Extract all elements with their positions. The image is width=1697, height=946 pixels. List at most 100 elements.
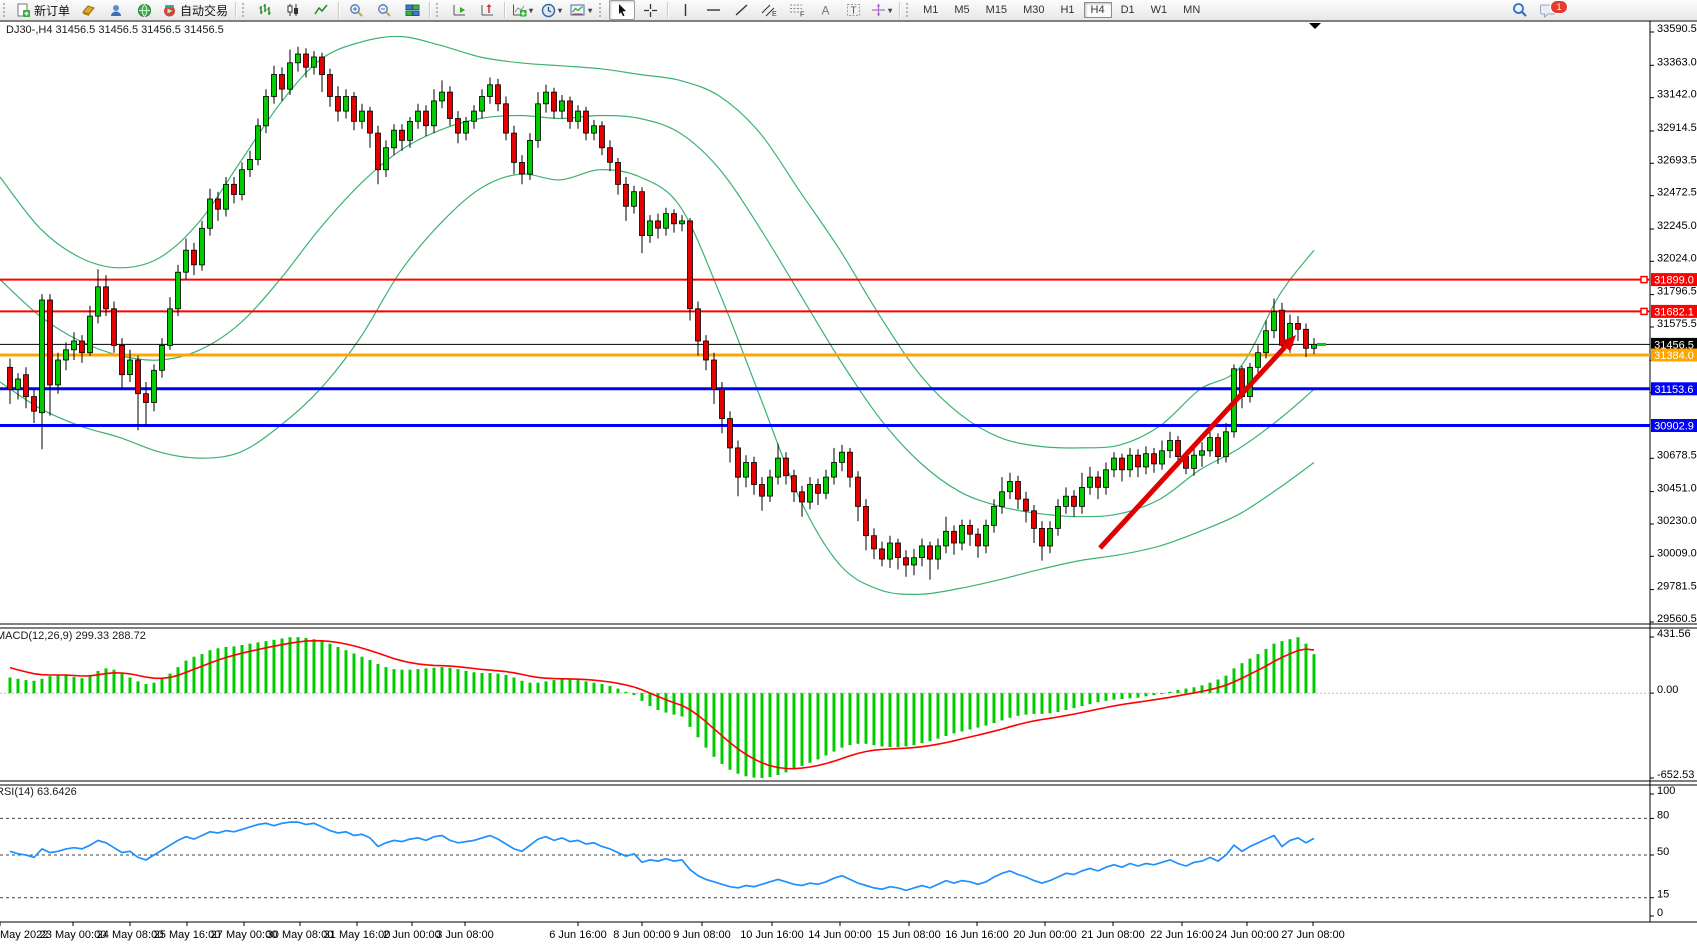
svg-text:15 Jun 08:00: 15 Jun 08:00 (877, 929, 941, 941)
svg-text:16 Jun 16:00: 16 Jun 16:00 (945, 929, 1009, 941)
svg-text:31153.6: 31153.6 (1655, 384, 1694, 396)
timeframe-M30[interactable]: M30 (1016, 2, 1051, 18)
timeframe-M5[interactable]: M5 (947, 2, 976, 18)
auto-scroll-button[interactable] (446, 0, 472, 20)
chart-window[interactable]: 33590.533363.033142.032914.532693.532472… (0, 20, 1697, 946)
cursor-icon (616, 3, 629, 17)
chart-title: DJ30-,H4 31456.5 31456.5 31456.5 31456.5 (6, 24, 224, 36)
arrows-button[interactable]: ▾ (868, 0, 895, 20)
line-chart-icon (314, 3, 329, 17)
new-order-icon (16, 3, 31, 18)
notification-badge: 1 (1550, 0, 1568, 14)
indicators-button[interactable]: ▾ (509, 0, 536, 20)
toolbar-separator (667, 2, 668, 18)
svg-text:A: A (821, 4, 829, 18)
toolbar-separator (429, 2, 430, 18)
chat-button[interactable]: 1 (1535, 0, 1561, 20)
trendline-button[interactable] (728, 0, 754, 20)
vertical-line-icon (679, 3, 692, 17)
svg-text:14 Jun 00:00: 14 Jun 00:00 (808, 929, 872, 941)
svg-text:30678.5: 30678.5 (1657, 449, 1697, 461)
svg-text:2 Jun 00:00: 2 Jun 00:00 (383, 929, 441, 941)
tile-windows-button[interactable] (399, 0, 425, 20)
signals-icon (137, 3, 152, 18)
zoom-in-icon (349, 3, 364, 18)
timeframe-H1[interactable]: H1 (1053, 2, 1081, 18)
timeframe-M15[interactable]: M15 (979, 2, 1014, 18)
toolbar-grip (242, 3, 248, 17)
bar-chart-button[interactable] (252, 0, 278, 20)
macd-indicator-label: MACD(12,26,9) 299.33 288.72 (0, 630, 146, 642)
timeframe-M1[interactable]: M1 (916, 2, 945, 18)
timeframe-D1[interactable]: D1 (1114, 2, 1142, 18)
new-order-label: 新订单 (34, 2, 70, 19)
svg-text:100: 100 (1657, 785, 1675, 797)
toolbar-separator (338, 2, 339, 18)
svg-text:31682.1: 31682.1 (1654, 306, 1694, 318)
autotrading-button[interactable]: 自动交易 (159, 0, 231, 20)
text-label-button[interactable]: T (840, 0, 866, 20)
toolbar-separator (504, 2, 505, 18)
templates-button[interactable]: ▾ (567, 0, 595, 20)
zoom-out-icon (377, 3, 392, 18)
main-toolbar: 新订单 自动交易 ▾ ▾ (0, 0, 1697, 21)
zoom-in-button[interactable] (343, 0, 369, 20)
metaeditor-button[interactable] (75, 0, 101, 20)
toolbar-grip (906, 3, 912, 17)
indicators-icon (512, 3, 527, 17)
svg-text:30451.0: 30451.0 (1657, 483, 1697, 495)
svg-text:10 Jun 16:00: 10 Jun 16:00 (740, 929, 804, 941)
toolbar-grip (3, 3, 9, 17)
periods-button[interactable]: ▾ (538, 0, 565, 20)
svg-text:20 Jun 00:00: 20 Jun 00:00 (1013, 929, 1077, 941)
clock-icon (541, 3, 556, 18)
arrows-icon (871, 3, 886, 17)
equidistant-channel-button[interactable]: E (756, 0, 782, 20)
timeframe-MN[interactable]: MN (1176, 2, 1207, 18)
community-button[interactable] (103, 0, 129, 20)
svg-text:6 Jun 16:00: 6 Jun 16:00 (549, 929, 607, 941)
equidistant-channel-icon: E (761, 3, 778, 17)
new-order-button[interactable]: 新订单 (13, 0, 73, 20)
text-label-icon: T (846, 3, 861, 17)
svg-text:F: F (800, 12, 804, 18)
svg-text:30230.0: 30230.0 (1657, 515, 1697, 527)
svg-text:22 Jun 16:00: 22 Jun 16:00 (1150, 929, 1214, 941)
bollinger-bands (0, 36, 1314, 594)
timeframe-H4[interactable]: H4 (1084, 2, 1112, 18)
chevron-down-icon: ▾ (558, 6, 562, 15)
svg-text:8 Jun 00:00: 8 Jun 00:00 (613, 929, 671, 941)
horizontal-lines[interactable] (0, 277, 1650, 426)
chart-shift-button[interactable] (474, 0, 500, 20)
crosshair-button[interactable] (637, 0, 663, 20)
svg-text:80: 80 (1657, 809, 1669, 821)
line-chart-button[interactable] (308, 0, 334, 20)
svg-text:24 Jun 00:00: 24 Jun 00:00 (1215, 929, 1279, 941)
svg-text:431.56: 431.56 (1657, 628, 1691, 640)
time-axis[interactable]: May 202223 May 00:0024 May 08:0025 May 1… (0, 922, 1345, 941)
svg-text:E: E (772, 11, 777, 17)
cursor-button[interactable] (609, 0, 635, 20)
chart-canvas[interactable]: 33590.533363.033142.032914.532693.532472… (0, 20, 1697, 946)
rsi-indicator-label: RSI(14) 63.6426 (0, 786, 77, 798)
svg-text:31384.0: 31384.0 (1654, 350, 1694, 362)
signals-button[interactable] (131, 0, 157, 20)
chevron-down-icon: ▾ (888, 6, 892, 15)
svg-text:31899.0: 31899.0 (1654, 275, 1694, 287)
zoom-out-button[interactable] (371, 0, 397, 20)
horizontal-line-button[interactable] (700, 0, 726, 20)
search-button[interactable] (1507, 0, 1533, 20)
metaeditor-icon (81, 3, 96, 17)
toolbar-grip (436, 3, 442, 17)
candlestick-chart-button[interactable] (280, 0, 306, 20)
svg-text:33363.0: 33363.0 (1657, 56, 1697, 68)
timeframe-W1[interactable]: W1 (1144, 2, 1175, 18)
svg-text:0: 0 (1657, 907, 1663, 919)
text-button[interactable]: A (812, 0, 838, 20)
svg-text:-652.53: -652.53 (1657, 769, 1694, 781)
toolbar-grip (599, 3, 605, 17)
svg-text:32914.5: 32914.5 (1657, 122, 1697, 134)
fibonacci-button[interactable]: F (784, 0, 810, 20)
vertical-line-button[interactable] (672, 0, 698, 20)
fibonacci-icon: F (789, 3, 806, 17)
